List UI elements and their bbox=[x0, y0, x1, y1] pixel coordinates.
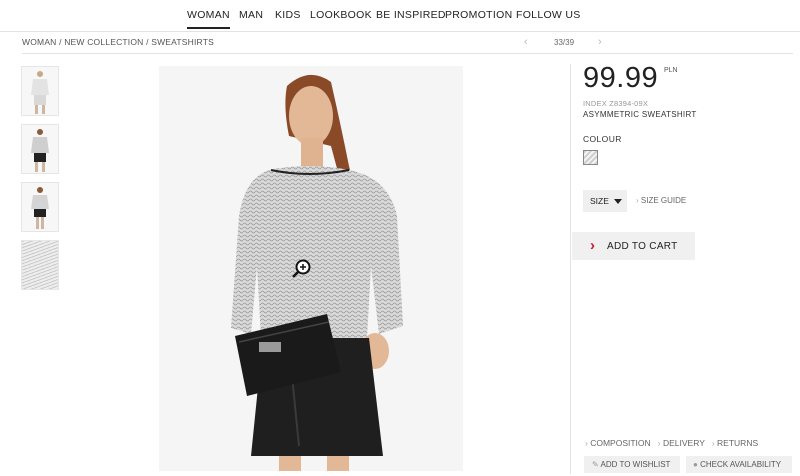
colour-swatch[interactable] bbox=[583, 150, 598, 165]
info-links: › COMPOSITION › DELIVERY › RETURNS bbox=[585, 438, 758, 448]
add-to-cart-button[interactable]: › ADD TO CART bbox=[572, 232, 695, 260]
location-pin-icon: ● bbox=[693, 460, 698, 469]
thumbnail-pose-3[interactable] bbox=[21, 182, 59, 232]
nav-item-woman[interactable]: WOMAN bbox=[187, 9, 230, 29]
size-select-label: SIZE bbox=[590, 196, 609, 206]
chevron-right-icon: › bbox=[636, 196, 639, 205]
chevron-left-icon[interactable]: ‹ bbox=[524, 36, 532, 48]
composition-link[interactable]: › COMPOSITION bbox=[585, 438, 651, 448]
pencil-icon: ✎ bbox=[592, 460, 599, 469]
delivery-link[interactable]: › DELIVERY bbox=[658, 438, 705, 448]
top-navigation: WOMAN MAN KIDS LOOKBOOK BE INSPIRED PROM… bbox=[0, 0, 800, 32]
wishlist-label: ADD TO WISHLIST bbox=[600, 460, 671, 469]
product-image[interactable] bbox=[159, 66, 463, 471]
thumbnail-front[interactable] bbox=[21, 66, 59, 116]
nav-item-be-inspired[interactable]: BE INSPIRED bbox=[376, 9, 446, 21]
nav-item-man[interactable]: MAN bbox=[239, 9, 263, 21]
breadcrumb-bar: WOMAN / NEW COLLECTION / SWEATSHIRTS ‹ 3… bbox=[22, 31, 793, 54]
returns-link[interactable]: › RETURNS bbox=[712, 438, 758, 448]
column-divider bbox=[570, 64, 571, 474]
thumbnail-pose-2[interactable] bbox=[21, 124, 59, 174]
add-to-cart-label: ADD TO CART bbox=[607, 241, 678, 252]
thumbnail-list bbox=[21, 66, 59, 298]
availability-label: CHECK AVAILABILITY bbox=[700, 460, 782, 469]
nav-item-lookbook[interactable]: LOOKBOOK bbox=[310, 9, 372, 21]
add-to-wishlist-button[interactable]: ✎ ADD TO WISHLIST bbox=[584, 456, 680, 473]
product-name: ASYMMETRIC SWEATSHIRT bbox=[583, 110, 697, 119]
check-availability-button[interactable]: ● CHECK AVAILABILITY bbox=[686, 456, 792, 473]
thumbnail-fabric-detail[interactable] bbox=[21, 240, 59, 290]
breadcrumb[interactable]: WOMAN / NEW COLLECTION / SWEATSHIRTS bbox=[22, 37, 214, 47]
product-pager: ‹ 33/39 › bbox=[500, 35, 610, 49]
pager-count: 33/39 bbox=[554, 38, 575, 47]
size-guide-link[interactable]: › SIZE GUIDE bbox=[636, 196, 686, 205]
product-price: 99.99 bbox=[583, 62, 659, 94]
nav-item-follow-us[interactable]: FOLLOW US bbox=[516, 9, 581, 21]
nav-item-promotion[interactable]: PROMOTION bbox=[445, 9, 512, 21]
size-select[interactable]: SIZE bbox=[583, 190, 627, 212]
product-index: INDEX Z8394-09X bbox=[583, 99, 649, 108]
price-currency: PLN bbox=[664, 67, 678, 74]
chevron-right-icon: › bbox=[590, 237, 595, 254]
colour-label: COLOUR bbox=[583, 134, 622, 144]
size-guide-label: SIZE GUIDE bbox=[640, 196, 687, 205]
chevron-right-icon[interactable]: › bbox=[598, 36, 606, 48]
nav-item-kids[interactable]: KIDS bbox=[275, 9, 301, 21]
caret-down-icon bbox=[614, 199, 622, 204]
